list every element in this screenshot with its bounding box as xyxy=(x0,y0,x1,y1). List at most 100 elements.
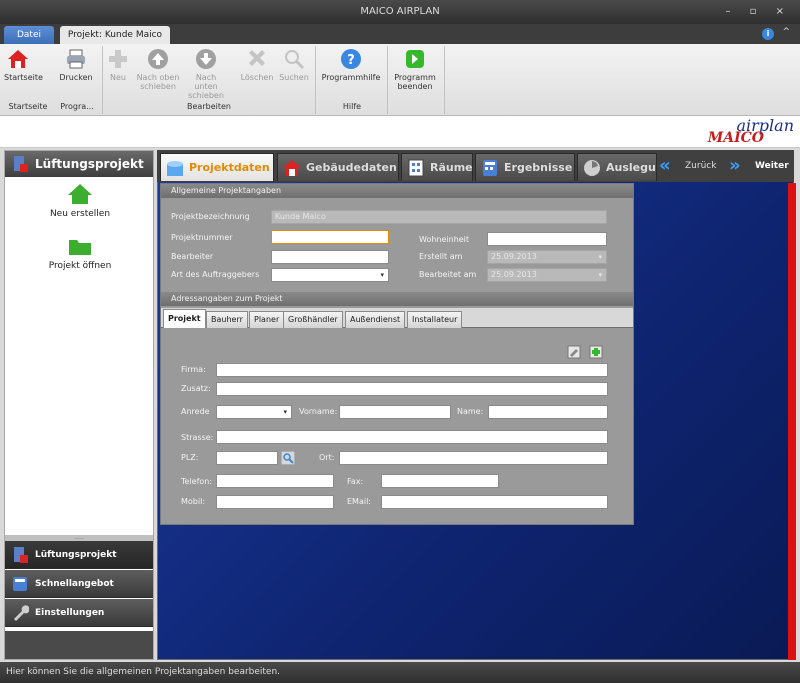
nach-unten-button[interactable]: Nach unten schieben xyxy=(184,48,228,100)
tab-auslegung[interactable]: Auslegu xyxy=(577,153,657,181)
tab-adr-aussendienst[interactable]: Außendienst xyxy=(345,311,406,328)
tab-adr-bauherr[interactable]: Bauherr xyxy=(206,311,248,328)
app-tab-row: Datei Projekt: Kunde Maico i ^ xyxy=(0,24,800,44)
programmhilfe-button[interactable]: ? Programmhilfe xyxy=(318,48,384,82)
arrow-down-icon xyxy=(196,49,216,69)
wohneinheit-field[interactable] xyxy=(487,232,607,246)
info-icon[interactable]: i xyxy=(762,28,774,40)
add-contact-icon[interactable] xyxy=(589,345,603,359)
label-mobil: Mobil: xyxy=(181,497,206,506)
double-chevron-left-icon: « xyxy=(659,155,671,176)
help-icon: ? xyxy=(341,49,361,69)
neu-button[interactable]: Neu xyxy=(106,48,130,82)
label-projektbezeichnung: Projektbezeichnung xyxy=(171,212,250,221)
tab-adr-installateur[interactable]: Installateur xyxy=(407,311,463,328)
label-email: EMail: xyxy=(347,497,371,506)
nach-oben-button[interactable]: Nach oben schieben xyxy=(136,48,180,91)
programm-beenden-button[interactable]: Programm beenden xyxy=(390,48,440,91)
tab-ergebnisse[interactable]: Ergebnisse xyxy=(475,153,575,181)
general-heading: Allgemeine Projektangaben xyxy=(161,184,633,198)
label-zusatz: Zusatz: xyxy=(181,384,211,393)
plz-field[interactable] xyxy=(216,451,278,465)
suchen-button[interactable]: Suchen xyxy=(278,48,310,82)
drucken-button[interactable]: Drucken xyxy=(58,48,94,82)
loeschen-button[interactable]: Löschen xyxy=(240,48,274,82)
delete-x-icon xyxy=(249,50,265,66)
tab-projekt[interactable]: Projekt: Kunde Maico xyxy=(60,26,170,44)
fax-field[interactable] xyxy=(381,474,499,488)
telefon-field[interactable] xyxy=(216,474,334,488)
neu-erstellen-button[interactable]: Neu erstellen xyxy=(5,183,155,219)
label-fax: Fax: xyxy=(347,477,364,486)
vorname-field[interactable] xyxy=(339,405,451,419)
weiter-button[interactable]: » Weiter xyxy=(729,155,789,177)
address-book-icon[interactable] xyxy=(567,345,581,359)
nav-lueftungsprojekt[interactable]: Lüftungsprojekt xyxy=(5,541,153,569)
label-telefon: Telefon: xyxy=(181,477,213,486)
chevron-up-icon[interactable]: ^ xyxy=(782,27,790,37)
projektangaben-panel: Allgemeine Projektangaben Projektbezeich… xyxy=(160,183,634,525)
home-icon xyxy=(8,50,28,68)
startseite-button[interactable]: Startseite xyxy=(4,48,43,82)
label-bearbeitet-am: Bearbeitet am xyxy=(419,270,477,279)
email-field[interactable] xyxy=(381,495,608,509)
bearbeitet-am-field[interactable]: 25.09.2013 ▾ xyxy=(487,268,607,282)
house-icon xyxy=(283,160,301,176)
address-heading: Adressangaben zum Projekt xyxy=(161,292,633,306)
name-field[interactable] xyxy=(488,405,608,419)
projektbezeichnung-field[interactable]: Kunde Maico xyxy=(271,210,607,224)
printer-icon xyxy=(67,49,85,69)
tab-gebaeudedaten[interactable]: Gebäudedaten xyxy=(277,153,399,181)
erstellt-am-field[interactable]: 25.09.2013 ▾ xyxy=(487,250,607,264)
svg-text:?: ? xyxy=(347,53,355,68)
zurueck-button[interactable]: « Zurück xyxy=(659,155,716,177)
label-ort: Ort: xyxy=(319,453,335,462)
sidebar: Lüftungsprojekt Neu erstellen Projekt öf… xyxy=(4,150,154,660)
tab-raeume[interactable]: Räume xyxy=(401,153,473,181)
address-tabs: Projekt Bauherr Planer Großhändler Außen… xyxy=(161,308,633,328)
group-label-startseite: Startseite xyxy=(8,102,48,111)
firma-field[interactable] xyxy=(216,363,608,377)
mobil-field[interactable] xyxy=(216,495,334,509)
anrede-select[interactable]: ▾ xyxy=(216,405,292,419)
art-auftraggeber-select[interactable]: ▾ xyxy=(271,268,389,282)
ort-field[interactable] xyxy=(339,451,608,465)
group-label-bearbeiten: Bearbeiten xyxy=(187,102,231,111)
logo-maico: MAICO xyxy=(707,130,764,146)
projekt-oeffnen-button[interactable]: Projekt öffnen xyxy=(5,235,155,271)
zusatz-field[interactable] xyxy=(216,382,608,396)
chevron-down-icon: ▾ xyxy=(598,253,602,261)
building-icon xyxy=(408,159,424,177)
wrench-icon xyxy=(14,605,29,621)
accent-bar xyxy=(788,183,796,660)
bearbeiter-field[interactable] xyxy=(271,250,389,264)
tab-datei[interactable]: Datei xyxy=(4,26,54,44)
search-icon xyxy=(285,50,305,70)
tab-adr-projekt[interactable]: Projekt xyxy=(163,309,206,328)
sidebar-title: Lüftungsprojekt xyxy=(35,157,144,171)
tab-adr-planer[interactable]: Planer xyxy=(249,311,285,328)
arrow-up-icon xyxy=(148,49,168,69)
label-firma: Firma: xyxy=(181,365,206,374)
tab-projektdaten[interactable]: Projektdaten xyxy=(160,153,274,181)
nav-schnellangebot[interactable]: Schnellangebot xyxy=(5,570,153,598)
projektnummer-field[interactable] xyxy=(271,230,389,244)
group-separator xyxy=(444,46,445,114)
chevron-down-icon: ▾ xyxy=(283,408,287,416)
nav-footer xyxy=(5,631,153,659)
strasse-field[interactable] xyxy=(216,430,608,444)
exit-icon xyxy=(406,50,424,68)
label-plz: PLZ: xyxy=(181,453,199,462)
double-chevron-right-icon: » xyxy=(729,155,741,176)
tab-adr-grosshaendler[interactable]: Großhändler xyxy=(283,311,343,328)
ribbon: Startseite Drucken Neu Nach oben schiebe… xyxy=(0,44,800,116)
projektdaten-icon xyxy=(167,161,183,176)
plz-search-icon[interactable] xyxy=(281,451,295,465)
chevron-down-icon: ▾ xyxy=(380,271,384,279)
address-form: Firma: Zusatz: Anrede ▾ Vorname: Name: S… xyxy=(161,329,633,524)
plus-icon xyxy=(109,50,127,68)
nav-einstellungen[interactable]: Einstellungen xyxy=(5,599,153,627)
logo-bar: airplan MAICO xyxy=(0,116,800,148)
project-icon xyxy=(14,156,28,172)
window-controls[interactable]: – ▫ × xyxy=(725,0,792,24)
